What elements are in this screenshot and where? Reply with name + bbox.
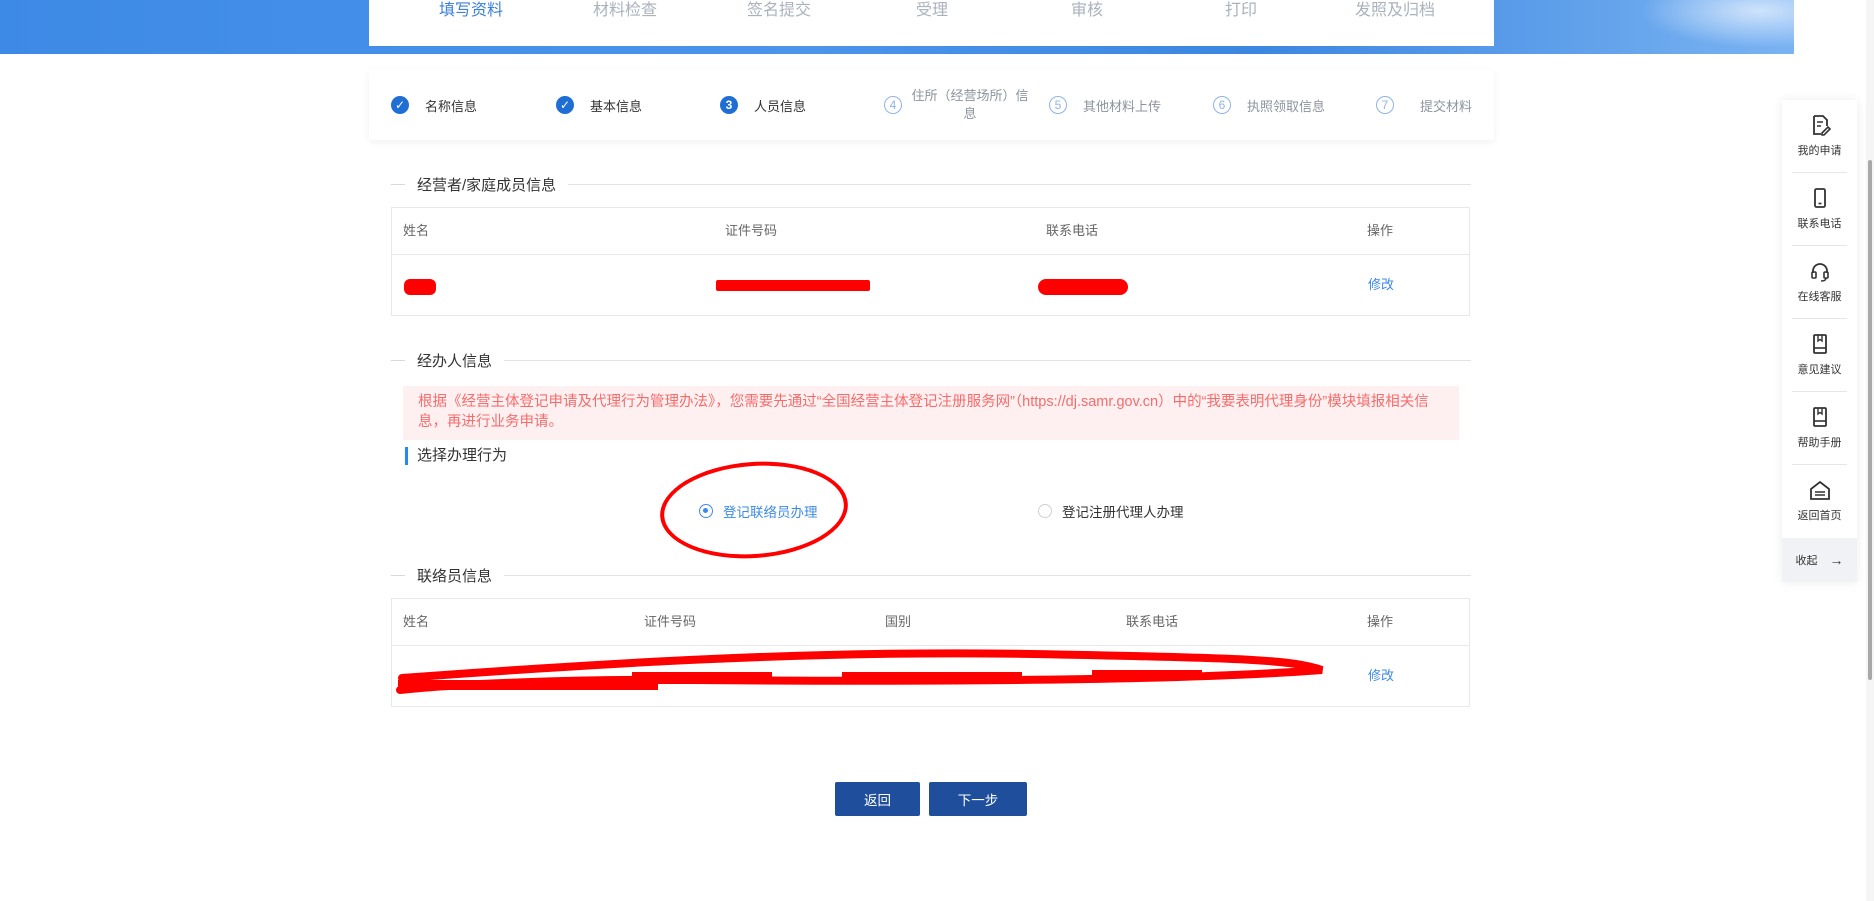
sidebar-collapse-button[interactable]: 收起 → (1782, 538, 1857, 582)
sub-steps-bar: ✓ 名称信息 ✓ 基本信息 3 人员信息 4 住所（经营场所）信息 5 其他材料… (369, 70, 1494, 140)
col-action-header: 操作 (1367, 614, 1394, 629)
table-row: 修改 (392, 255, 1469, 315)
choose-action-subhead: 选择办理行为 (405, 447, 507, 465)
step-number: 7 (1376, 96, 1394, 114)
sidebar-label: 在线客服 (1797, 291, 1842, 303)
headset-icon (1810, 263, 1829, 282)
redacted-name (404, 279, 436, 295)
top-step-sign-submit: 签名提交 (747, 2, 812, 19)
operator-table: 姓名 证件号码 联系电话 操作 修改 (391, 207, 1470, 316)
sidebar-label: 帮助手册 (1797, 437, 1842, 449)
scrollbar-thumb[interactable] (1868, 160, 1872, 680)
substep-label: 提交材料 (1420, 98, 1473, 114)
substep-address-info[interactable]: 4 住所（经营场所）信息 (884, 70, 1034, 140)
banner-decoration (1620, 0, 1794, 54)
substep-label: 人员信息 (754, 98, 807, 114)
step-number: 6 (1213, 96, 1231, 114)
top-step-issue-archive: 发照及归档 (1355, 2, 1436, 19)
table-header: 姓名 证件号码 国别 联系电话 操作 (392, 599, 1469, 646)
col-id-header: 证件号码 (725, 223, 778, 238)
check-icon: ✓ (391, 96, 409, 114)
radio-label: 登记注册代理人办理 (1062, 505, 1184, 520)
col-phone-header: 联系电话 (1126, 614, 1179, 629)
section-title-text: 经办人信息 (417, 352, 493, 370)
step-number: 3 (720, 96, 738, 114)
edit-link[interactable]: 修改 (1368, 646, 1394, 706)
substep-submit-materials[interactable]: 7 提交材料 (1376, 70, 1472, 140)
sidebar-label: 我的申请 (1797, 145, 1842, 157)
next-step-button[interactable]: 下一步 (929, 782, 1027, 816)
table-header: 姓名 证件号码 联系电话 操作 (392, 208, 1469, 255)
substep-basic-info[interactable]: ✓ 基本信息 (556, 70, 642, 140)
section-title-text: 经营者/家庭成员信息 (417, 176, 557, 194)
right-float-sidebar: 我的申请 联系电话 在线客服 意见建议 帮助手册 返回首页 收起 → (1782, 100, 1857, 582)
agent-notice: 根据《经营主体登记申请及代理行为管理办法》，您需要先通过“全国经营主体登记注册服… (403, 386, 1459, 440)
col-id-header: 证件号码 (644, 614, 697, 629)
top-step-material-check: 材料检查 (593, 2, 658, 19)
top-step-accept: 受理 (916, 2, 949, 19)
top-step-review: 审核 (1071, 2, 1104, 19)
back-button[interactable]: 返回 (835, 782, 920, 816)
sidebar-item-help-manual[interactable]: 帮助手册 (1782, 392, 1857, 464)
sidebar-label: 返回首页 (1797, 510, 1842, 522)
substep-license-pickup[interactable]: 6 执照领取信息 (1213, 70, 1325, 140)
step-number: 5 (1049, 96, 1067, 114)
sidebar-label: 联系电话 (1797, 218, 1842, 230)
sidebar-item-home[interactable]: 返回首页 (1782, 465, 1857, 537)
redaction-scribble (396, 649, 1324, 694)
divider (391, 183, 405, 185)
substep-label: 基本信息 (590, 98, 643, 114)
col-name-header: 姓名 (403, 223, 430, 238)
top-progress-bar: 填写资料 材料检查 签名提交 受理 审核 打印 发照及归档 (369, 0, 1494, 46)
substep-other-materials[interactable]: 5 其他材料上传 (1049, 70, 1161, 140)
substep-personnel-info[interactable]: 3 人员信息 (720, 70, 806, 140)
red-circle-annotation (656, 455, 852, 565)
check-icon: ✓ (556, 96, 574, 114)
top-step-fill-info: 填写资料 (439, 2, 504, 19)
col-action-header: 操作 (1367, 223, 1394, 238)
manual-icon (1812, 407, 1827, 427)
substep-label: 名称信息 (425, 98, 478, 114)
divider (504, 574, 1471, 576)
col-phone-header: 联系电话 (1046, 223, 1099, 238)
substep-label: 其他材料上传 (1083, 98, 1162, 114)
edit-doc-icon (1812, 115, 1831, 136)
phone-icon (1813, 188, 1826, 208)
sidebar-label: 意见建议 (1797, 364, 1842, 376)
substep-name-info[interactable]: ✓ 名称信息 (391, 70, 477, 140)
sidebar-item-contact-phone[interactable]: 联系电话 (1782, 173, 1857, 245)
col-country-header: 国别 (885, 614, 912, 629)
edit-link[interactable]: 修改 (1368, 255, 1394, 315)
sidebar-item-feedback[interactable]: 意见建议 (1782, 319, 1857, 391)
arrow-right-icon: → (1829, 552, 1844, 568)
top-step-print: 打印 (1225, 2, 1258, 19)
liaison-section-title: 联络员信息 (391, 565, 1471, 585)
redacted-id-number (716, 280, 870, 291)
redacted-phone (1038, 279, 1128, 295)
collapse-label: 收起 (1795, 555, 1818, 567)
col-name-header: 姓名 (403, 614, 430, 629)
sidebar-item-online-service[interactable]: 在线客服 (1782, 246, 1857, 318)
divider (568, 183, 1471, 185)
home-icon (1809, 480, 1830, 500)
section-title-text: 联络员信息 (417, 567, 493, 585)
radio-dot-icon[interactable] (1038, 504, 1052, 518)
radio-agent[interactable]: 登记注册代理人办理 (1038, 501, 1184, 521)
substep-label: 住所（经营场所）信息 (911, 88, 1029, 121)
bookmark-icon (1812, 334, 1827, 354)
operator-section-title: 经营者/家庭成员信息 (391, 174, 1471, 194)
substep-label: 执照领取信息 (1247, 98, 1326, 114)
table-row: 修改 (392, 646, 1469, 706)
step-number: 4 (884, 96, 902, 114)
agent-section-title: 经办人信息 (391, 350, 1471, 370)
liaison-table: 姓名 证件号码 国别 联系电话 操作 修改 (391, 598, 1470, 707)
divider (391, 574, 405, 576)
divider (504, 359, 1471, 361)
divider (391, 359, 405, 361)
sidebar-item-my-application[interactable]: 我的申请 (1782, 100, 1857, 172)
